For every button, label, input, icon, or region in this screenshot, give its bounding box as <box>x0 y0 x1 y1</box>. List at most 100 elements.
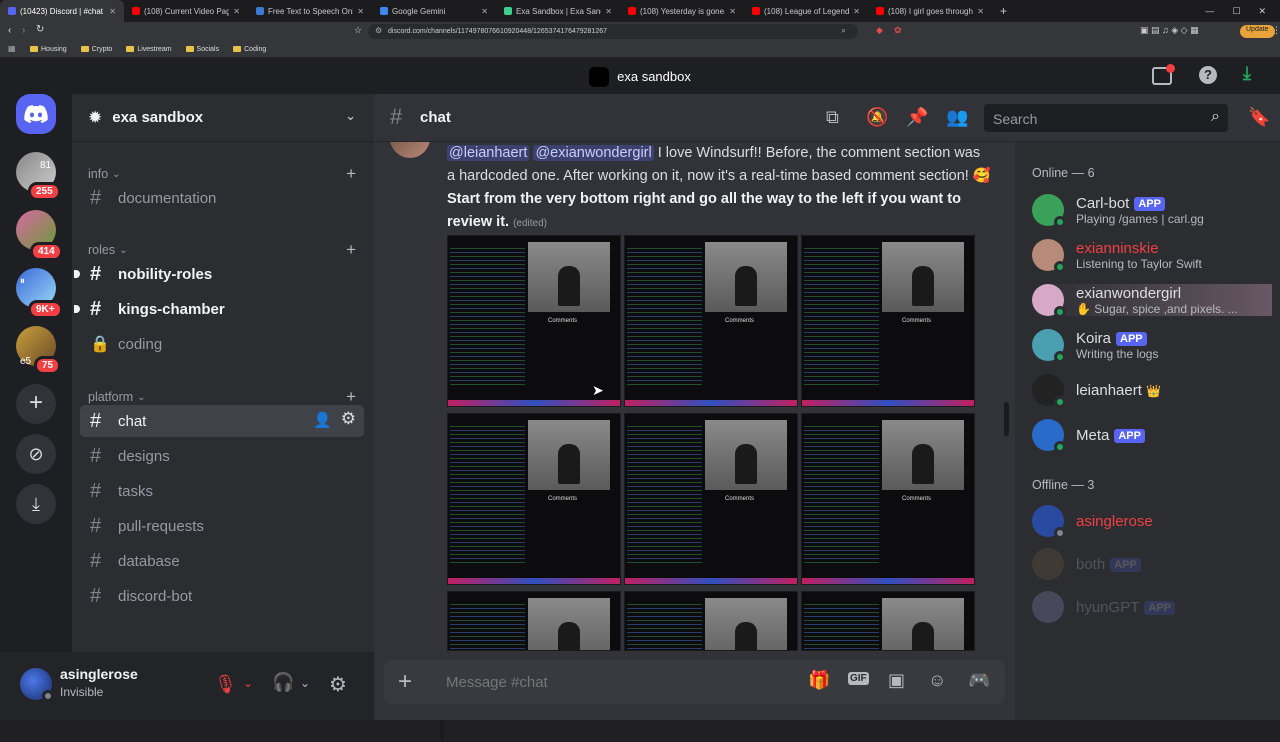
channel-database[interactable]: # database <box>80 545 364 577</box>
image-attachment[interactable]: Comments <box>801 413 975 585</box>
browser-tab[interactable]: (108) I girl goes through 7 mess ph ✕ <box>868 0 992 22</box>
tab-close-icon[interactable]: ✕ <box>357 7 364 16</box>
channel-chat[interactable]: 👤 ⚙ # chat <box>80 405 364 437</box>
image-attachment[interactable] <box>624 591 798 651</box>
member-item[interactable]: Meta APP <box>1032 419 1272 453</box>
site-info-icon[interactable]: ⚙ <box>375 26 382 35</box>
update-button[interactable]: Update <box>1240 25 1275 38</box>
activities-icon[interactable]: 🎮 <box>968 670 990 691</box>
add-channel-icon[interactable]: + <box>346 387 356 407</box>
channel-tasks[interactable]: # tasks <box>80 475 364 507</box>
chat-scrollbar[interactable] <box>1004 402 1009 436</box>
reload-icon[interactable]: ↻ <box>36 24 44 35</box>
tab-close-icon[interactable]: ✕ <box>109 7 116 16</box>
tab-close-icon[interactable]: ✕ <box>729 7 736 16</box>
explore-icon[interactable]: ⊘ <box>16 434 56 474</box>
channel-coding[interactable]: 🔒 coding <box>80 328 364 360</box>
category-platform[interactable]: platform ⌄ <box>88 390 146 404</box>
member-item[interactable]: leianhaert 👑 <box>1032 374 1272 408</box>
gear-icon[interactable]: ⚙ <box>329 672 347 697</box>
headphones-icon[interactable]: 🎧 <box>272 672 294 693</box>
channel-nobility-roles[interactable]: # nobility-roles <box>74 258 364 290</box>
chevron-down-icon[interactable]: ⌄ <box>345 108 356 124</box>
gif-icon[interactable]: GIF <box>848 672 869 685</box>
image-attachment[interactable]: Sign Up for Exa <box>801 591 975 651</box>
server-header[interactable]: ✹ exa sandbox ⌄ <box>72 94 374 142</box>
zoom-icon[interactable]: ⌕ <box>841 25 846 36</box>
threads-icon[interactable]: ⧉ <box>826 107 839 128</box>
browser-tab[interactable]: Google Gemini ✕ <box>372 0 496 22</box>
message-input[interactable] <box>446 670 786 694</box>
new-tab-icon[interactable]: + <box>992 4 1015 18</box>
browser-tab[interactable]: (108) League of Legends - Longplay✕ <box>744 0 868 22</box>
image-attachment[interactable]: Comments <box>624 235 798 407</box>
browser-tab[interactable]: (10423) Discord | #chat | exa san ✕ <box>0 0 124 22</box>
image-attachment[interactable] <box>447 591 621 651</box>
image-attachment[interactable]: Comments <box>801 235 975 407</box>
emoji-icon[interactable]: ☺ <box>928 670 946 691</box>
add-server-icon[interactable]: + <box>16 384 56 424</box>
member-item[interactable]: Koira APP Writing the logs <box>1032 329 1272 363</box>
mic-muted-icon[interactable]: 🎙 <box>214 674 237 695</box>
download-icon[interactable]: ⤓ <box>1243 63 1251 84</box>
browser-tab[interactable]: Exa Sandbox | Exa Sandbox | Supaba ✕ <box>496 0 620 22</box>
category-roles[interactable]: roles ⌄ <box>88 243 127 257</box>
tab-close-icon[interactable]: ✕ <box>481 7 488 16</box>
inbox-bookmark-icon[interactable]: 🔖 <box>1248 107 1270 128</box>
invite-icon[interactable]: 👤 <box>313 411 332 429</box>
channel-discord-bot[interactable]: # discord-bot <box>80 580 364 612</box>
bookmark-star-icon[interactable]: ☆ <box>354 25 362 36</box>
extensions-icon[interactable]: ▣ ▤ ♫ ◈ ◇ ▦ <box>1140 25 1199 36</box>
channel-kings-chamber[interactable]: # kings-chamber <box>74 293 364 325</box>
add-channel-icon[interactable]: + <box>346 240 356 260</box>
gear-icon[interactable]: ⚙ <box>341 409 356 429</box>
member-item[interactable]: hyunGPT APP <box>1032 591 1175 623</box>
channel-designs[interactable]: # designs <box>80 440 364 472</box>
help-icon[interactable]: ? <box>1199 66 1217 84</box>
bookmark-folder[interactable]: Housing <box>30 46 67 53</box>
member-item[interactable]: exianninskie Listening to Taylor Swift <box>1032 239 1272 273</box>
member-item[interactable]: exianwondergirl ✋ Sugar, spice ,and pixel… <box>1032 284 1272 318</box>
inbox-icon[interactable] <box>1152 64 1175 85</box>
sticker-icon[interactable]: ▣ <box>888 670 905 691</box>
tab-close-icon[interactable]: ✕ <box>233 7 240 16</box>
bookmark-folder[interactable]: Coding <box>233 46 266 53</box>
member-item[interactable]: asinglerose <box>1032 505 1153 539</box>
add-channel-icon[interactable]: + <box>346 164 356 184</box>
browser-tab[interactable]: (108) Yesterday is gone. Tomorrow✕ <box>620 0 744 22</box>
extension-icon[interactable]: ◆ <box>876 25 883 36</box>
channel-pull-requests[interactable]: # pull-requests <box>80 510 364 542</box>
chevron-down-icon[interactable]: ⌄ <box>243 676 253 690</box>
user-mention[interactable]: @leianhaert <box>447 145 530 161</box>
avatar[interactable] <box>20 668 54 702</box>
avatar[interactable] <box>390 142 430 158</box>
url-bar[interactable]: ⚙ discord.com/channels/11749780766109204… <box>368 24 858 39</box>
minimize-icon[interactable]: — <box>1205 6 1214 16</box>
bookmark-folder[interactable]: Socials <box>185 46 219 53</box>
bookmark-folder[interactable]: Livestream <box>126 46 172 53</box>
chevron-down-icon[interactable]: ⌄ <box>300 676 310 690</box>
apps-icon[interactable]: ▦ <box>8 44 16 53</box>
forward-icon[interactable]: › <box>22 25 25 36</box>
notification-muted-icon[interactable]: 🔕 <box>866 107 888 128</box>
attach-plus-icon[interactable]: + <box>398 668 412 696</box>
tab-close-icon[interactable]: ✕ <box>853 7 860 16</box>
browser-menu-icon[interactable]: ⋮ <box>1272 25 1280 36</box>
download-apps-icon[interactable]: ⤓ <box>16 484 56 524</box>
maximize-icon[interactable]: ☐ <box>1232 6 1240 17</box>
back-icon[interactable]: ‹ <box>8 25 11 36</box>
image-attachment[interactable]: Comments <box>624 413 798 585</box>
tab-close-icon[interactable]: ✕ <box>977 7 984 16</box>
channel-documentation[interactable]: # documentation <box>80 182 364 214</box>
close-icon[interactable]: ✕ <box>1258 6 1266 17</box>
extension-icon-2[interactable]: ✿ <box>894 25 902 36</box>
browser-tab[interactable]: (108) Current Video Page - YouTube✕ <box>124 0 248 22</box>
image-attachment[interactable]: Comments <box>447 413 621 585</box>
browser-tab[interactable]: Free Text to Speech Online with Rea✕ <box>248 0 372 22</box>
bookmark-folder[interactable]: Crypto <box>80 46 112 53</box>
member-item[interactable]: Carl-bot APP Playing /games | carl.gg <box>1032 194 1272 228</box>
member-list-icon[interactable]: 👥 <box>946 107 968 128</box>
gift-icon[interactable]: 🎁 <box>808 670 830 691</box>
search-input[interactable]: Search ⌕ <box>984 104 1228 132</box>
category-info[interactable]: info ⌄ <box>88 167 121 181</box>
